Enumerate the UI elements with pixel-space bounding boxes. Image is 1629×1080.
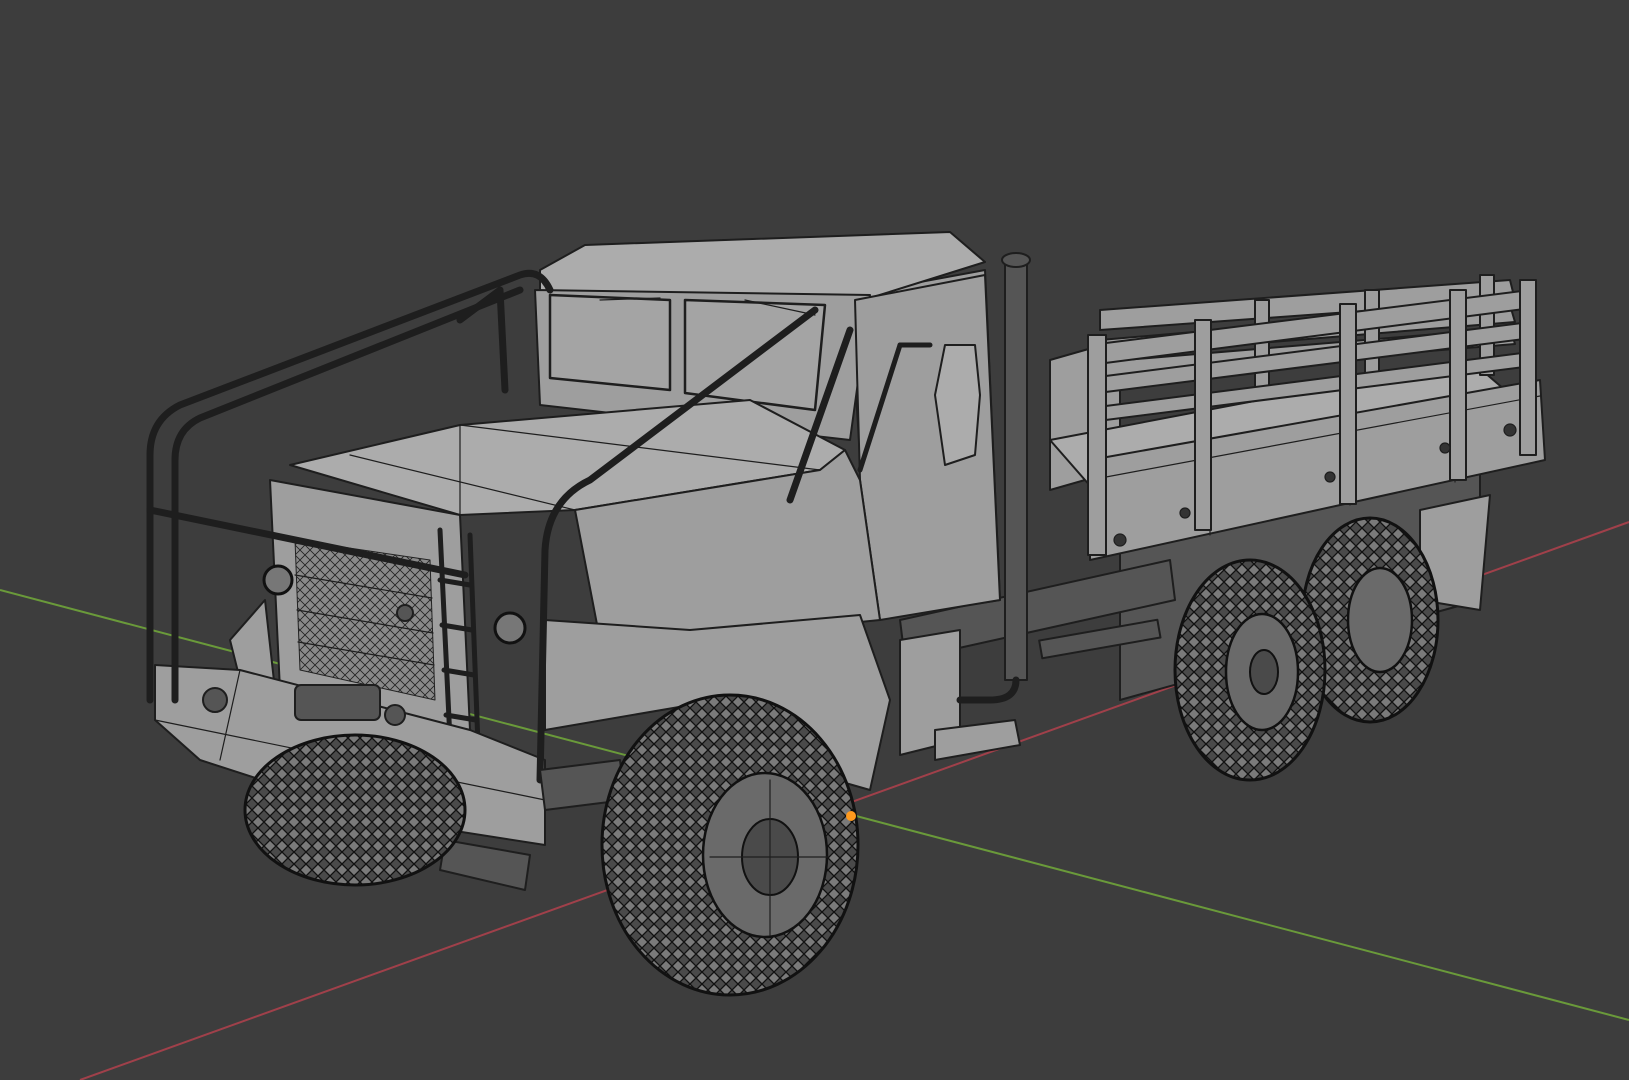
viewport-canvas[interactable] xyxy=(0,0,1629,1080)
headlight-left xyxy=(262,564,294,596)
windshield-left xyxy=(548,293,672,392)
front-wheel-near xyxy=(600,693,860,997)
grille-emblem xyxy=(396,604,414,622)
cab-door xyxy=(854,274,1001,621)
3d-viewport[interactable] xyxy=(0,0,1629,1080)
object-origin-dot[interactable] xyxy=(846,811,856,821)
rear-wheel-near xyxy=(1173,558,1327,782)
truck-model[interactable] xyxy=(146,231,1546,997)
headlight-right xyxy=(493,611,527,645)
tow-hitch xyxy=(439,839,531,891)
front-wheel-far xyxy=(243,733,467,887)
